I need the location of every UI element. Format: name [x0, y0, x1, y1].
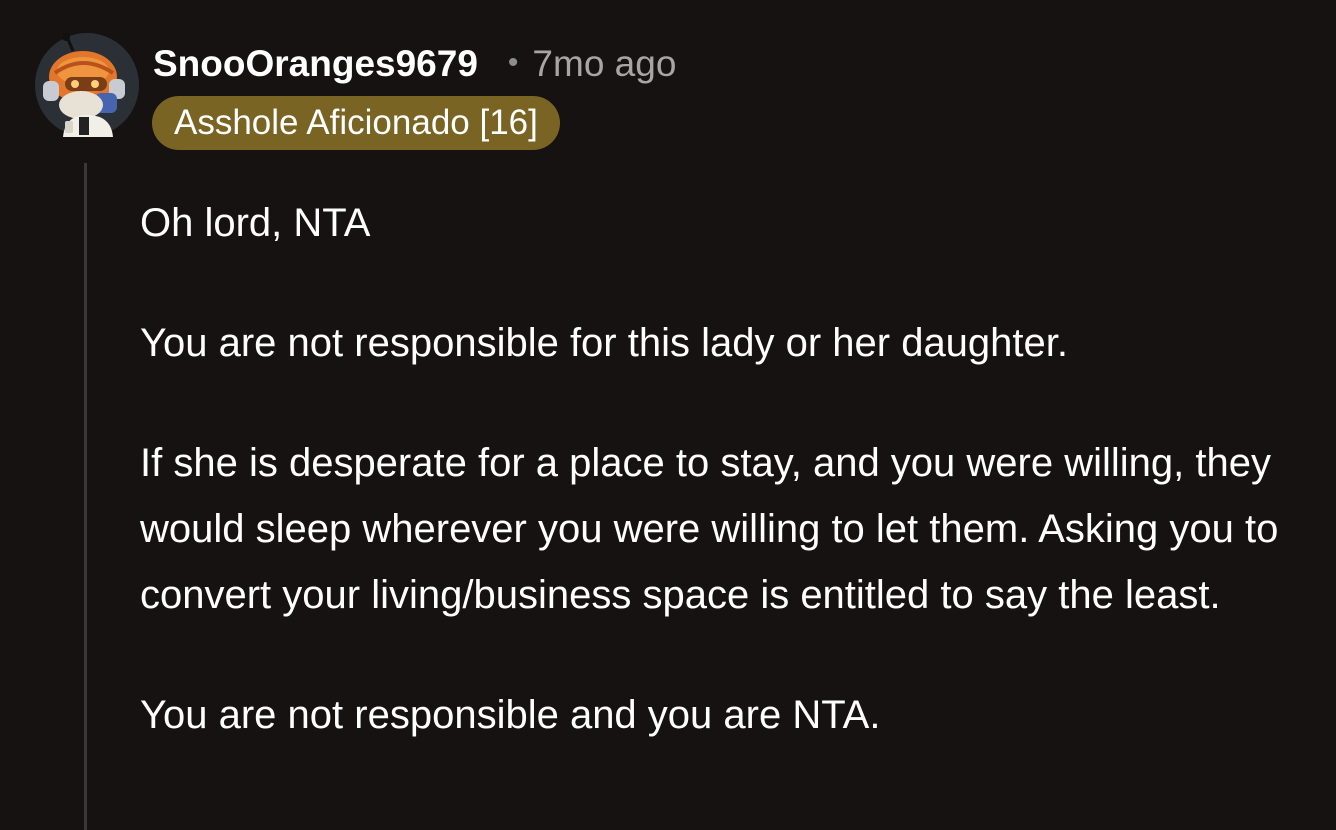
username-link[interactable]: SnooOranges9679: [153, 43, 478, 85]
separator-dot: •: [507, 46, 519, 79]
user-flair-badge: Asshole Aficionado [16]: [152, 96, 560, 150]
comment-paragraph: Oh lord, NTA: [140, 201, 371, 245]
snoo-avatar-icon: [35, 33, 139, 137]
comment-paragraph: If she is desperate for a place to stay,…: [140, 441, 1279, 617]
comment-paragraph: You are not responsible and you are NTA.: [140, 693, 881, 737]
timestamp[interactable]: 7mo ago: [532, 43, 676, 85]
comment-paragraph: You are not responsible for this lady or…: [140, 321, 1069, 365]
comment-meta: SnooOranges9679 • 7mo ago: [153, 38, 676, 90]
thread-collapse-line[interactable]: [84, 163, 87, 830]
comment: SnooOranges9679 • 7mo ago Asshole Aficio…: [0, 0, 1336, 830]
user-avatar[interactable]: [35, 33, 139, 137]
comment-body: Oh lord, NTA You are not responsible for…: [140, 190, 1310, 802]
